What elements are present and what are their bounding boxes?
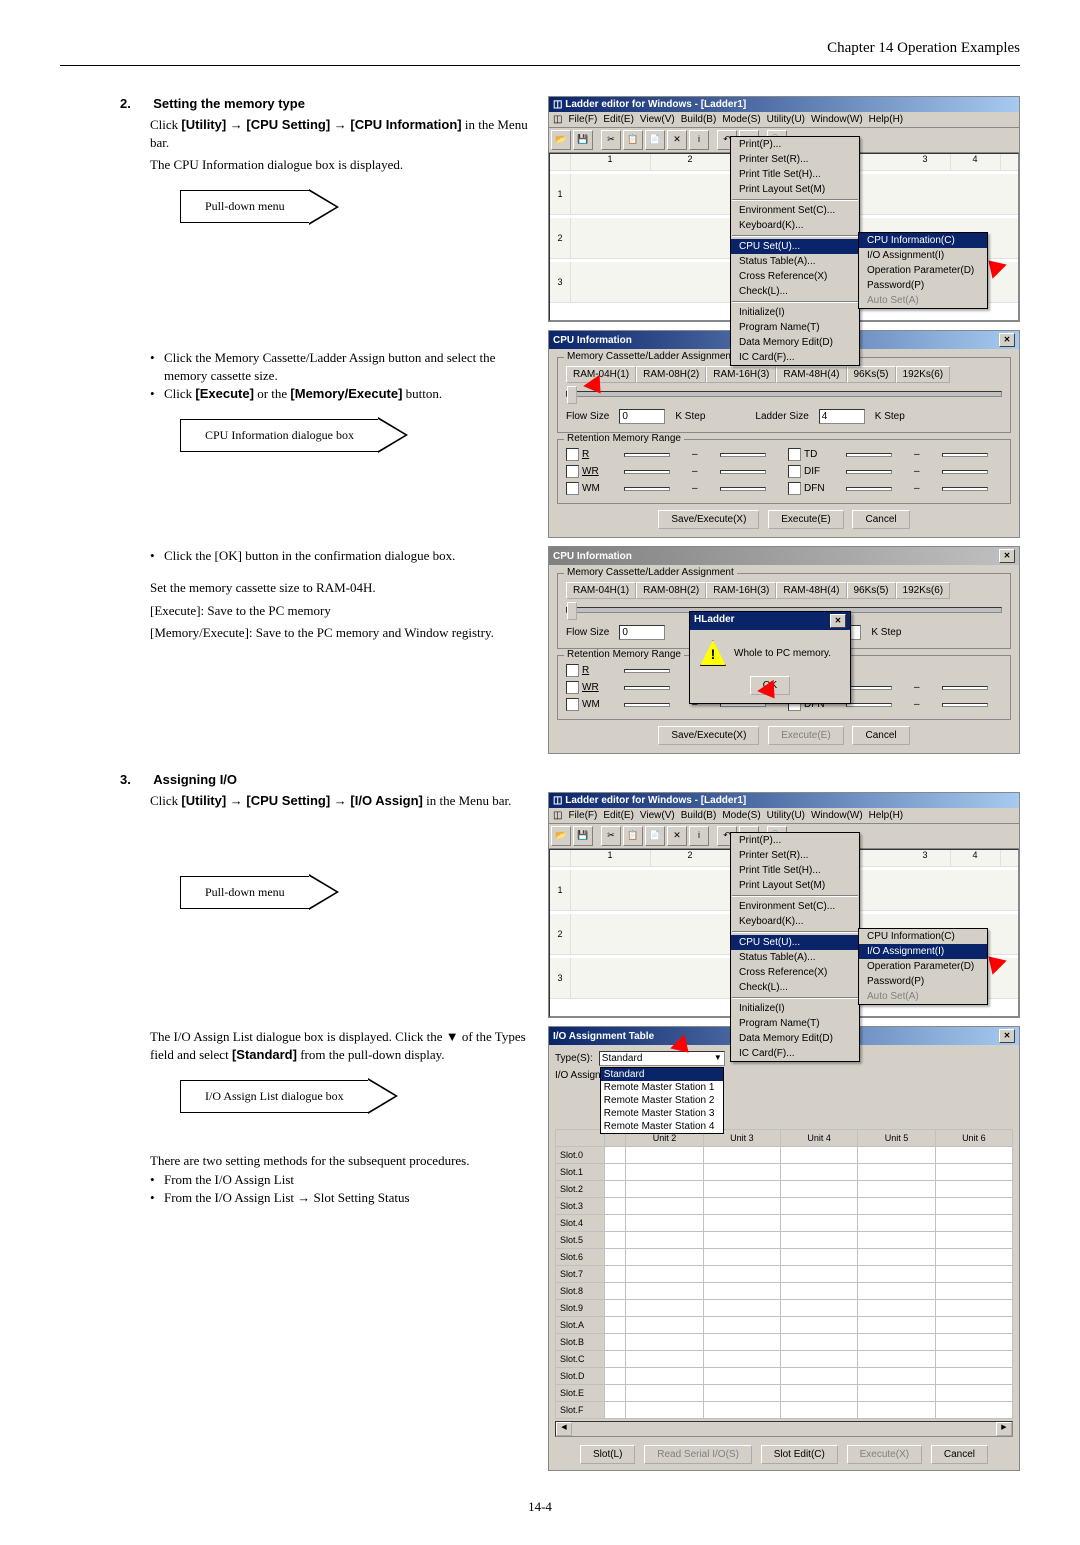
callout-ioassign: I/O Assign List dialogue box (180, 1078, 528, 1114)
chapter-header: Chapter 14 Operation Examples (60, 40, 1020, 66)
utility-menu[interactable]: Print(P)... Printer Set(R)... Print Titl… (730, 136, 860, 366)
execute-button[interactable]: Execute(X) (847, 1445, 922, 1464)
ladder-window-1: ◫ Ladder editor for Windows - [Ladder1] … (548, 96, 1020, 322)
read-serial-button[interactable]: Read Serial I/O(S) (644, 1445, 752, 1464)
confirmation-modal: HLadder✕ Whole to PC memory. OK (689, 611, 851, 704)
menu-io-assignment: I/O Assignment(I) (859, 944, 987, 959)
callout-pulldown-1: Pull-down menu (180, 189, 528, 225)
window-titlebar: ◫ Ladder editor for Windows - [Ladder1] (549, 97, 1019, 112)
sec2-p2: The CPU Information dialogue box is disp… (150, 156, 528, 174)
io-assign-table[interactable]: Unit 2Unit 3Unit 4Unit 5Unit 6 Slot.0 Sl… (555, 1129, 1013, 1419)
sec2-title: Setting the memory type (153, 96, 305, 111)
types-select[interactable]: Standard Standard Remote Master Station … (599, 1051, 725, 1066)
slot-edit-button[interactable]: Slot Edit(C) (761, 1445, 838, 1464)
sec2-p1: Click [Utility] → [CPU Setting] → [CPU I… (150, 116, 528, 152)
callout-pulldown-2: Pull-down menu (180, 874, 528, 910)
sec3-p1: Click [Utility] → [CPU Setting] → [I/O A… (150, 792, 528, 810)
ladder-grid: 1 2 1 2 3 Print(P)... Printer Set(R)... … (549, 153, 1019, 321)
close-icon[interactable]: ✕ (830, 614, 846, 628)
sec2-b2: Click [Execute] or the [Memory/Execute] … (150, 385, 528, 403)
sec2-b3: Click the [OK] button in the confirmatio… (150, 547, 528, 565)
sec3-b2: From the I/O Assign List → Slot Setting … (150, 1189, 528, 1207)
menu-cpu-information: CPU Information(C) (859, 233, 987, 248)
cpu-info-dialog-2: CPU Information ✕ Memory Cassette/Ladder… (548, 546, 1020, 754)
close-icon[interactable]: ✕ (999, 549, 1015, 563)
cancel-button[interactable]: Cancel (852, 510, 909, 529)
ladder-window-2: ◫ Ladder editor for Windows - [Ladder1] … (548, 792, 1020, 1018)
sec3-title: Assigning I/O (153, 772, 237, 787)
sec2-b1: Click the Memory Cassette/Ladder Assign … (150, 349, 528, 385)
io-assignment-dialog: I/O Assignment Table ✕ Type(S): Standard… (548, 1026, 1020, 1471)
warning-icon (700, 640, 726, 666)
memory-cassette-buttons[interactable]: RAM-04H(1) RAM-08H(2) RAM-16H(3) RAM-48H… (566, 366, 1002, 383)
sec3-p3: There are two setting methods for the su… (150, 1152, 528, 1170)
cpu-set-submenu[interactable]: CPU Information(C) I/O Assignment(I) Ope… (858, 232, 988, 309)
ladder-size-input[interactable]: 4 (819, 409, 865, 424)
slot-button[interactable]: Slot(L) (580, 1445, 635, 1464)
memory-slider[interactable] (566, 391, 1002, 397)
sec2-p4: [Execute]: Save to the PC memory (150, 602, 528, 620)
sec3-p2: The I/O Assign List dialogue box is disp… (150, 1028, 528, 1064)
close-icon[interactable]: ✕ (999, 1029, 1015, 1043)
menu-cpu-set: CPU Set(U)... (731, 239, 859, 254)
sec2-p5: [Memory/Execute]: Save to the PC memory … (150, 624, 528, 642)
sec3-b1: From the I/O Assign List (150, 1171, 528, 1189)
types-dropdown[interactable]: Standard Remote Master Station 1 Remote … (600, 1067, 724, 1134)
utility-menu-2[interactable]: Print(P)... Printer Set(R)... Print Titl… (730, 832, 860, 1062)
page-number: 14-4 (60, 1499, 1020, 1515)
cancel-button[interactable]: Cancel (931, 1445, 988, 1464)
close-icon[interactable]: ✕ (999, 333, 1015, 347)
callout-cpuinfo: CPU Information dialogue box (180, 417, 528, 453)
menubar[interactable]: ◫ File(F) Edit(E) View(V) Build(B) Mode(… (549, 112, 1019, 128)
cpu-set-submenu-2[interactable]: CPU Information(C) I/O Assignment(I) Ope… (858, 928, 988, 1005)
flow-size-input[interactable]: 0 (619, 409, 665, 424)
menubar[interactable]: ◫ File(F)Edit(E)View(V)Build(B)Mode(S)Ut… (549, 808, 1019, 824)
execute-button[interactable]: Execute(E) (768, 510, 843, 529)
sec2-p3: Set the memory cassette size to RAM-04H. (150, 579, 528, 597)
sec3-num: 3. (120, 772, 150, 787)
sec2-num: 2. (120, 96, 150, 111)
horizontal-scrollbar[interactable]: ◀▶ (555, 1421, 1013, 1437)
save-execute-button[interactable]: Save/Execute(X) (658, 510, 759, 529)
